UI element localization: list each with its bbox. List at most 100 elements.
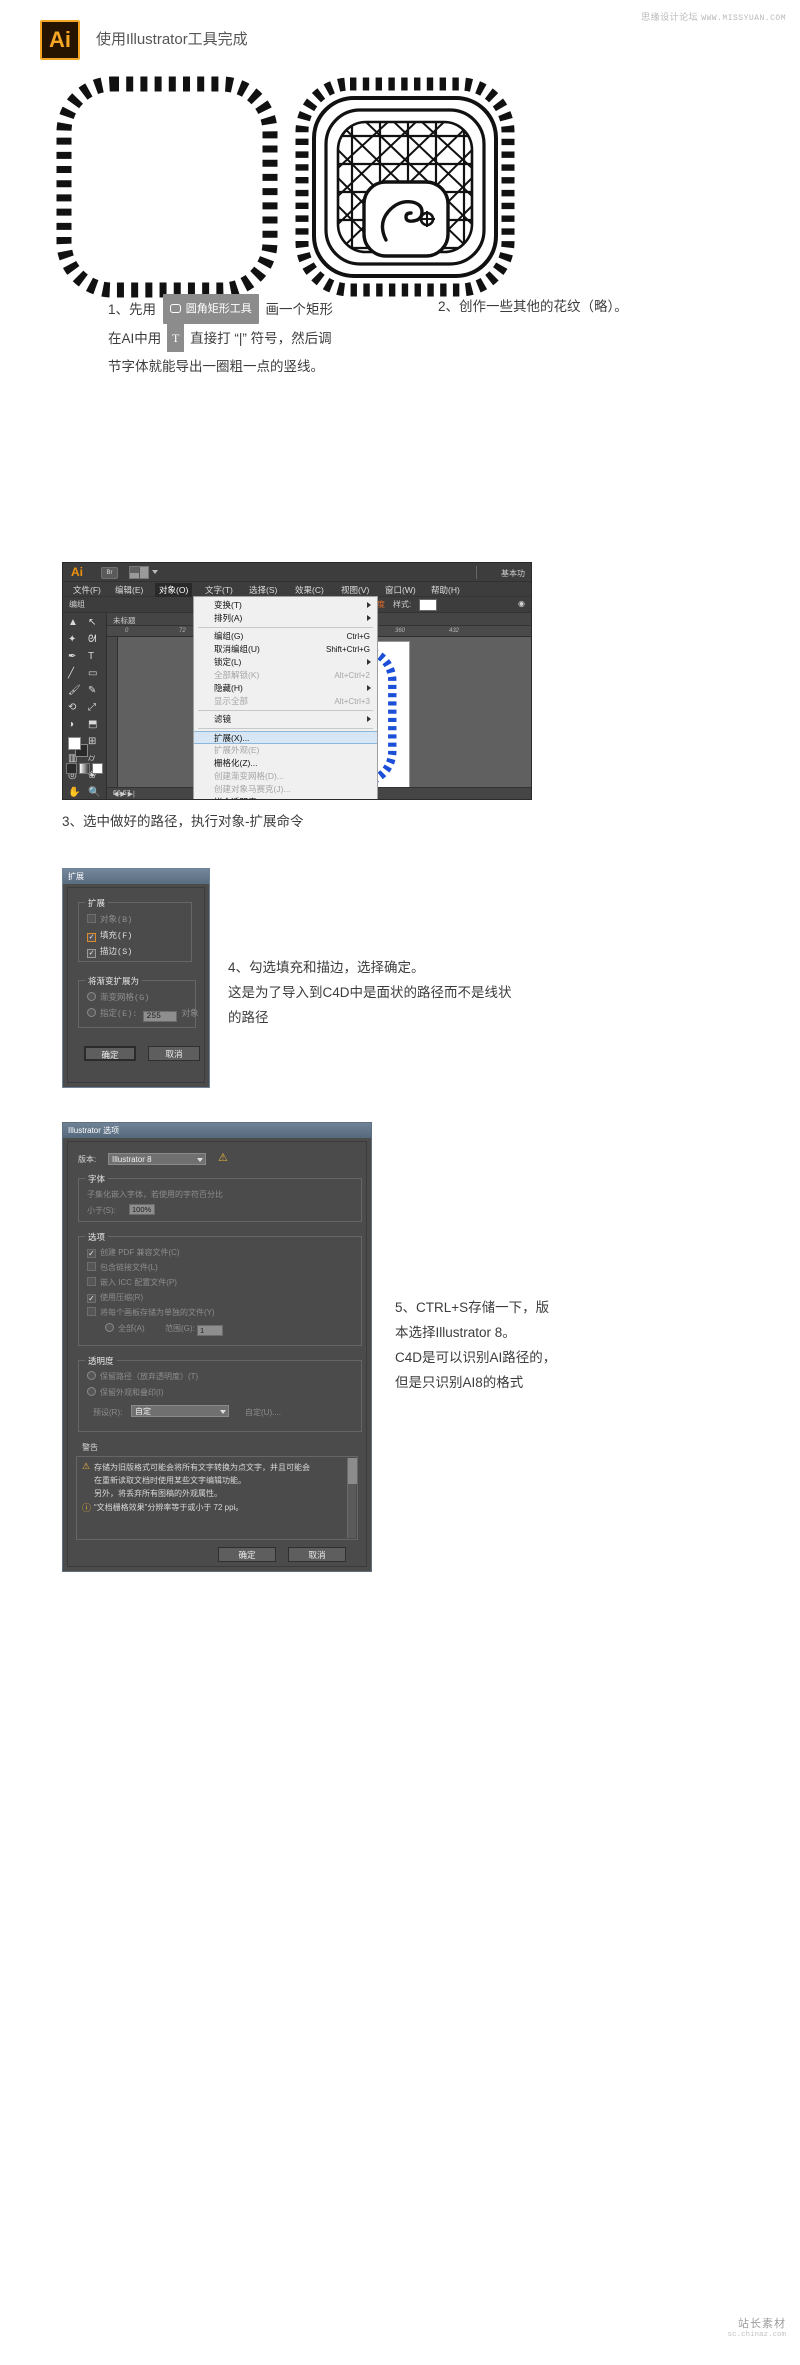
- gradient-mesh-option[interactable]: 渐变网格(G): [87, 991, 149, 1003]
- checkbox-checked-icon[interactable]: ✓: [87, 933, 96, 942]
- checkbox-unchecked-icon[interactable]: [87, 1262, 96, 1271]
- menu-view[interactable]: 视图(V): [337, 583, 373, 597]
- control-bar-more-icon[interactable]: ◉: [518, 599, 525, 608]
- menu-item-label: 栅格化(Z)...: [214, 758, 258, 768]
- version-select-field[interactable]: Illustrator 8: [108, 1153, 206, 1165]
- rectangle-tool-icon[interactable]: ▭: [88, 668, 97, 680]
- workspace-switcher[interactable]: 基本功: [501, 568, 525, 579]
- radio-unselected-icon[interactable]: [87, 1371, 96, 1380]
- checkbox-unchecked-icon[interactable]: [87, 1307, 96, 1316]
- transparency-preserve-appearance[interactable]: 保留外观和叠印(I): [87, 1387, 164, 1398]
- scale-tool-icon[interactable]: ⤢: [88, 702, 96, 714]
- specify-option[interactable]: 指定(E): 255 对象: [87, 1007, 199, 1022]
- menu-item[interactable]: 锁定(L): [194, 656, 377, 669]
- fonts-threshold-input[interactable]: 100%: [129, 1204, 155, 1215]
- menu-help[interactable]: 帮助(H): [427, 583, 464, 597]
- rotate-tool-icon[interactable]: ⟲: [68, 702, 76, 714]
- transparency-preserve-paths[interactable]: 保留路径（放弃透明度）(T): [87, 1371, 198, 1382]
- menu-select[interactable]: 选择(S): [245, 583, 281, 597]
- fonts-threshold-label: 小于(S):: [87, 1206, 116, 1215]
- fonts-group: 字体 子集化嵌入字体，若使用的字符百分比 小于(S): 100%: [78, 1173, 362, 1222]
- scrollbar-thumb[interactable]: [348, 1458, 357, 1484]
- zoom-tool-icon[interactable]: 🔍: [88, 787, 100, 799]
- checkbox-unchecked-icon[interactable]: [87, 914, 96, 923]
- checkbox-checked-icon[interactable]: ✓: [87, 1294, 96, 1303]
- color-button[interactable]: [66, 763, 77, 774]
- specify-value-input[interactable]: 255: [142, 1011, 177, 1022]
- object-dropdown-menu[interactable]: 变换(T) 排列(A) 编组(G) Ctrl+G 取消编组(U) Shift+Ctrl+G…: [193, 596, 378, 799]
- expand-object-option[interactable]: 对象(B): [87, 913, 132, 925]
- option-save-each-artboard[interactable]: 将每个画板存储为单独的文件(Y): [87, 1307, 215, 1318]
- step5-caption: 5、CTRL+S存储一下，版 本选择Illustrator 8。 C4D是可以识…: [395, 1295, 556, 1395]
- option-artboard-range[interactable]: 范围(G): 1: [165, 1323, 224, 1336]
- checkbox-unchecked-icon[interactable]: [87, 1277, 96, 1286]
- step5-line2: 本选择Illustrator 8。: [395, 1325, 516, 1340]
- menu-item[interactable]: 扩展(X)...: [194, 731, 377, 744]
- transparency-preset-field[interactable]: 自定: [131, 1405, 229, 1417]
- arrange-documents-icon[interactable]: [129, 566, 149, 580]
- gradient-expand-group-label: 将渐变扩展为: [85, 975, 143, 987]
- options-cancel-button[interactable]: 取消: [288, 1547, 346, 1562]
- gradient-button[interactable]: [79, 763, 90, 774]
- menu-item[interactable]: 栅格化(Z)...: [194, 757, 377, 770]
- color-mode-buttons: [66, 763, 104, 774]
- paintbrush-tool-icon[interactable]: 🖌: [68, 685, 81, 697]
- checkbox-checked-icon[interactable]: ✓: [87, 1249, 96, 1258]
- pencil-tool-icon[interactable]: ✎: [88, 685, 96, 697]
- selection-tool-icon[interactable]: ▲: [68, 617, 78, 629]
- menu-file[interactable]: 文件(F): [69, 583, 105, 597]
- menu-object[interactable]: 对象(O): [155, 583, 193, 597]
- menu-item[interactable]: 变换(T): [194, 599, 377, 612]
- menu-item[interactable]: 滤镜: [194, 713, 377, 726]
- menu-edit[interactable]: 编辑(E): [111, 583, 147, 597]
- transparency-group: 透明度 保留路径（放弃透明度）(T) 保留外观和叠印(I) 预设(R): 自定 …: [78, 1355, 362, 1432]
- line-tool-icon[interactable]: ╱: [68, 668, 74, 680]
- radio-unselected-icon[interactable]: [87, 1008, 96, 1017]
- width-tool-icon[interactable]: ◑: [68, 719, 74, 731]
- transparency-preset-select[interactable]: 自定: [131, 1405, 229, 1417]
- checkbox-checked-icon[interactable]: ✓: [87, 949, 96, 958]
- menu-effect[interactable]: 效果(C): [291, 583, 328, 597]
- menu-item-label: 取消编组(U): [214, 644, 260, 654]
- option-use-compression[interactable]: ✓ 使用压缩(R): [87, 1292, 143, 1303]
- chevron-down-icon[interactable]: [152, 570, 158, 574]
- lasso-tool-icon[interactable]: ᘛ: [88, 634, 97, 646]
- option-all-artboards[interactable]: 全部(A): [105, 1323, 145, 1334]
- type-tool-icon[interactable]: T: [88, 651, 94, 663]
- option-embed-icc[interactable]: 嵌入 ICC 配置文件(P): [87, 1277, 177, 1288]
- none-button[interactable]: [92, 763, 103, 774]
- expand-fill-option[interactable]: ✓ 填充(F): [87, 929, 132, 942]
- magic-wand-tool-icon[interactable]: ✦: [68, 634, 76, 646]
- radio-selected-icon[interactable]: [105, 1323, 114, 1332]
- artboard-range-input[interactable]: 1: [197, 1325, 224, 1336]
- fill-swatch[interactable]: [68, 737, 81, 750]
- menu-item-label: 全部解锁(K): [214, 670, 260, 680]
- shape-builder-tool-icon[interactable]: ⬒: [88, 719, 97, 731]
- option-pdf-compatible[interactable]: ✓ 创建 PDF 兼容文件(C): [87, 1247, 180, 1258]
- control-bar-style-swatch[interactable]: [419, 599, 437, 611]
- transparency-custom-button[interactable]: 自定(U)....: [245, 1407, 281, 1418]
- options-ok-button[interactable]: 确定: [218, 1547, 276, 1562]
- expand-stroke-option[interactable]: ✓ 描边(S): [87, 945, 132, 958]
- menu-item[interactable]: 隐藏(H): [194, 682, 377, 695]
- menu-item[interactable]: 编组(G) Ctrl+G: [194, 630, 377, 643]
- menu-window[interactable]: 窗口(W): [381, 583, 420, 597]
- option-include-linked[interactable]: 包含链接文件(L): [87, 1262, 158, 1273]
- expand-ok-button[interactable]: 确定: [84, 1046, 136, 1061]
- radio-selected-icon[interactable]: [87, 1387, 96, 1396]
- menu-item[interactable]: 排列(A): [194, 612, 377, 625]
- expand-dialog: 扩展 扩展 对象(B) ✓ 填充(F) ✓ 描边(S) 将渐变扩展为 渐变网格(G)…: [62, 868, 210, 1088]
- warning-scrollbar[interactable]: [347, 1458, 357, 1538]
- version-select[interactable]: Illustrator 8: [108, 1153, 206, 1165]
- menu-item[interactable]: 取消编组(U) Shift+Ctrl+G: [194, 643, 377, 656]
- hand-tool-icon[interactable]: ✋: [68, 787, 80, 799]
- illustrator-window: Ai Br 基本功 文件(F) 编辑(E) 对象(O) 文字(T) 选择(S) …: [62, 562, 532, 800]
- expand-cancel-button[interactable]: 取消: [148, 1046, 200, 1061]
- menu-item[interactable]: 拼合透明度(F)...: [194, 796, 377, 799]
- bridge-button[interactable]: Br: [101, 567, 118, 579]
- pen-tool-icon[interactable]: ✒: [68, 651, 76, 663]
- direct-selection-tool-icon[interactable]: ↖: [88, 617, 96, 629]
- radio-unselected-icon[interactable]: [87, 992, 96, 1001]
- fill-stroke-swatches[interactable]: [68, 737, 90, 757]
- menu-type[interactable]: 文字(T): [201, 583, 237, 597]
